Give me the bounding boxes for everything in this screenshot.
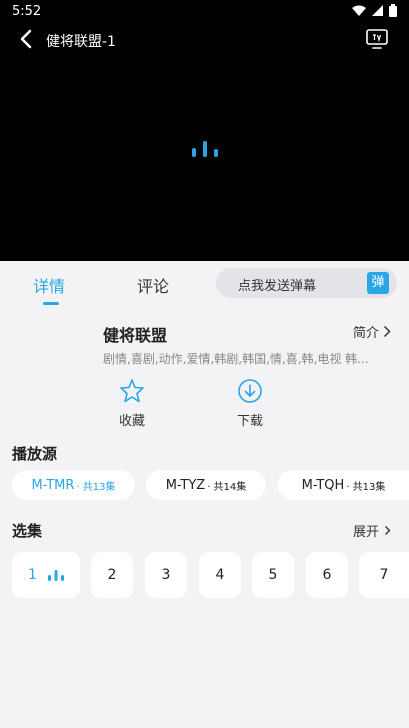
battery-icon [389, 4, 397, 17]
status-bar: 5:52 [0, 0, 409, 24]
tv-cast-icon[interactable] [365, 28, 389, 50]
episode-item[interactable]: 7 [359, 552, 409, 598]
source-item[interactable]: M-TMR · 共13集 [12, 470, 135, 500]
download-button[interactable]: 下载 [220, 378, 280, 429]
source-count: · 共13集 [346, 481, 386, 493]
episode-number: 7 [379, 567, 389, 583]
player-top-bar: 健将联盟-1 [0, 24, 409, 54]
episode-number: 6 [322, 567, 332, 583]
playing-icon [47, 570, 64, 581]
episode-number: 4 [215, 567, 225, 583]
back-icon[interactable] [16, 28, 38, 50]
chevron-right-icon [385, 526, 391, 535]
episode-item[interactable]: 5 [252, 552, 294, 598]
episode-number: 2 [107, 567, 117, 583]
intro-label: 简介 [352, 326, 379, 341]
episode-item[interactable]: 4 [199, 552, 241, 598]
source-heading: 播放源 [12, 445, 58, 463]
wifi-icon [352, 5, 366, 16]
episode-number: 1 [28, 567, 37, 583]
episode-number: 5 [268, 567, 278, 583]
danmaku-placeholder: 点我发送弹幕 [238, 279, 317, 294]
tab-comments[interactable]: 评论 [137, 273, 169, 297]
source-count: · 共14集 [207, 481, 247, 493]
star-icon [120, 379, 144, 403]
favorite-label: 收藏 [118, 414, 145, 429]
source-name: M-TMR [31, 477, 75, 493]
tab-details[interactable]: 详情 [33, 273, 65, 297]
danmaku-input[interactable]: 点我发送弹幕 弹 [216, 268, 397, 298]
episodes-heading: 选集 [12, 522, 43, 540]
signal-icon [372, 5, 383, 16]
status-icons [352, 4, 397, 17]
chevron-right-icon [383, 325, 391, 338]
show-title: 健将联盟 [103, 326, 168, 345]
video-player[interactable]: 5:52 健将联盟-1 [0, 0, 409, 261]
episode-item[interactable]: 3 [145, 552, 187, 598]
video-title: 健将联盟-1 [46, 34, 116, 50]
episode-item[interactable]: 2 [91, 552, 133, 598]
source-list: M-TMR · 共13集 M-TYZ · 共14集 M-TQH · 共13集 [12, 470, 409, 500]
episode-item[interactable]: 6 [306, 552, 348, 598]
loading-icon [192, 141, 218, 157]
download-icon [238, 379, 262, 403]
source-count: · 共13集 [76, 481, 116, 493]
episode-list: 1 2 3 4 5 6 7 [12, 552, 409, 598]
danmaku-toggle-button[interactable]: 弹 [367, 272, 389, 294]
expand-label: 展开 [352, 525, 379, 540]
episode-item[interactable]: 1 [12, 552, 80, 598]
status-time: 5:52 [12, 4, 42, 19]
tab-indicator [43, 302, 59, 305]
intro-link[interactable]: 简介 [353, 322, 391, 341]
episode-number: 3 [161, 567, 171, 583]
source-name: M-TYZ [165, 477, 206, 493]
favorite-button[interactable]: 收藏 [102, 378, 162, 429]
source-name: M-TQH [301, 477, 345, 493]
expand-episodes-button[interactable]: 展开 [353, 521, 391, 540]
download-label: 下载 [236, 414, 263, 429]
source-item[interactable]: M-TQH · 共13集 [278, 470, 409, 500]
source-item[interactable]: M-TYZ · 共14集 [146, 470, 266, 500]
genre-tags: 剧情,喜剧,动作,爱情,韩剧,韩国,情,喜,韩,电视 韩... [103, 352, 369, 366]
